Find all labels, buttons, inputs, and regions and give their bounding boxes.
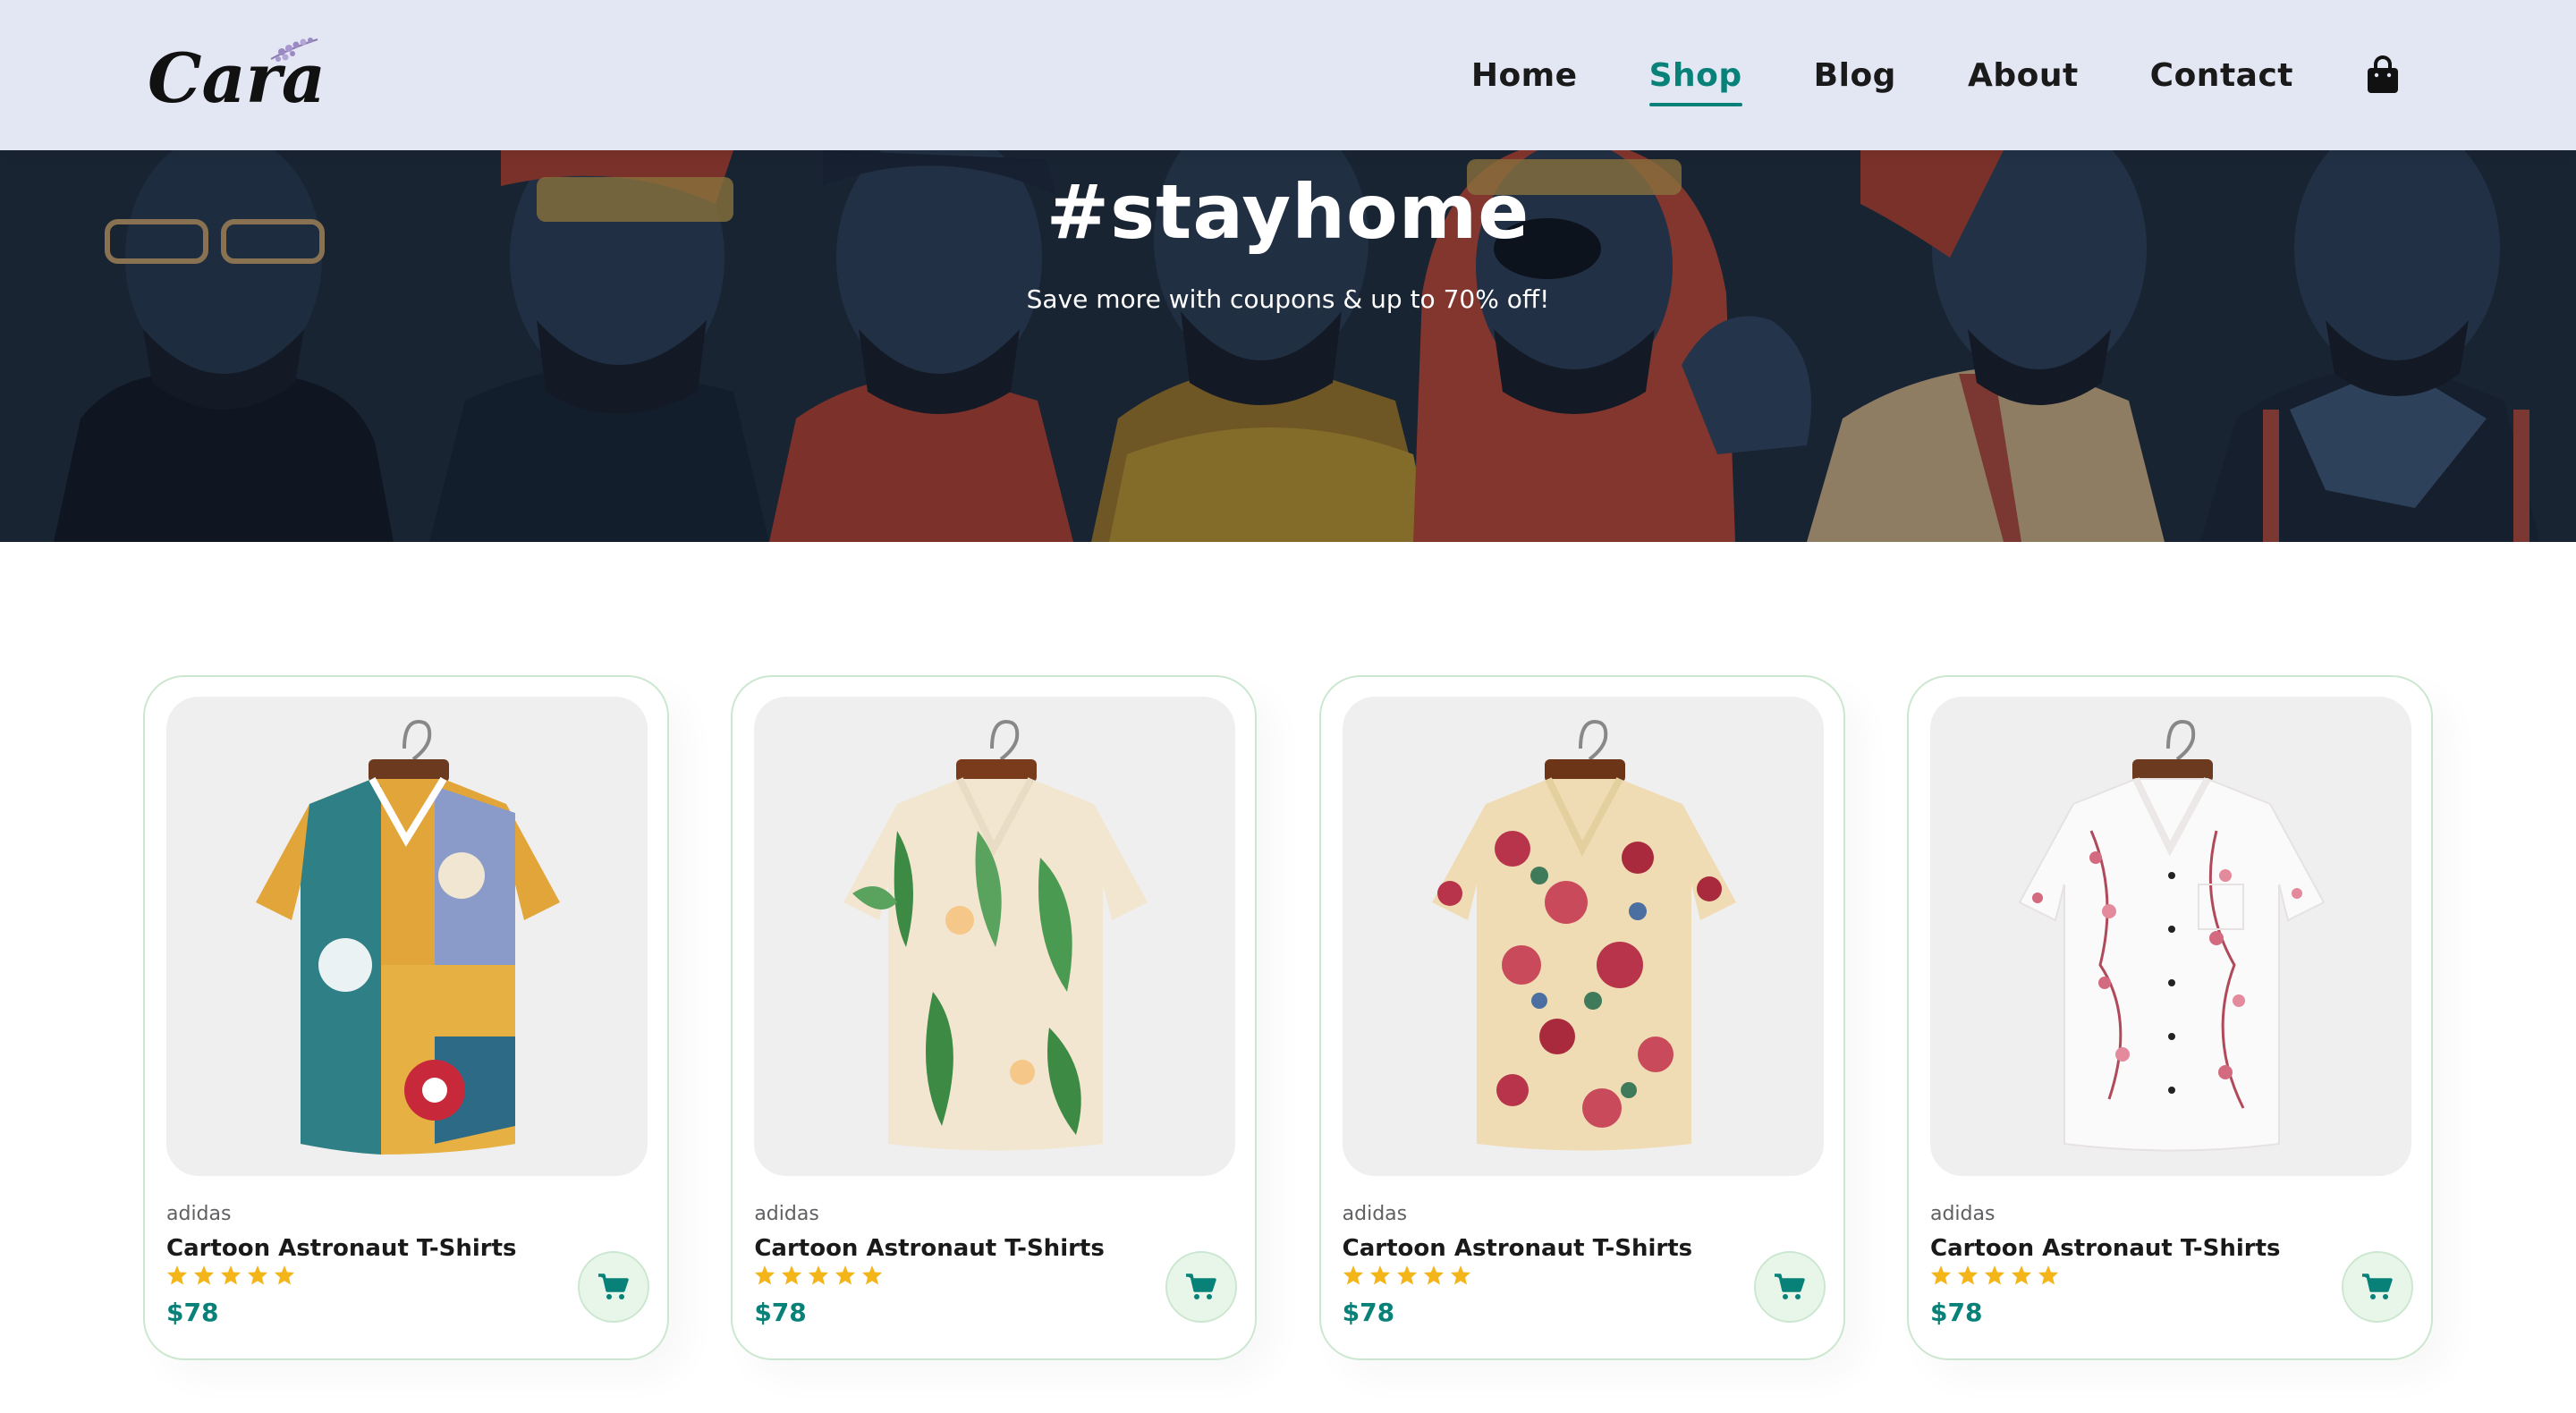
logo[interactable]: Cara — [148, 32, 326, 122]
star-icon — [1930, 1265, 1951, 1285]
cart-icon — [598, 1273, 629, 1299]
star-icon — [809, 1265, 829, 1285]
product-name[interactable]: Cartoon Astronaut T-Shirts — [754, 1235, 1105, 1262]
product-name[interactable]: Cartoon Astronaut T-Shirts — [1343, 1235, 1693, 1262]
add-to-cart-button[interactable] — [578, 1251, 649, 1323]
star-icon — [835, 1265, 856, 1285]
shopping-bag-icon[interactable] — [2365, 55, 2401, 95]
product-card[interactable]: adidas Cartoon Astronaut T-Shirts $78 — [731, 675, 1258, 1360]
star-icon — [2038, 1265, 2058, 1285]
star-icon — [755, 1265, 775, 1285]
site-header: Cara Home Shop Blog About Contact — [0, 0, 2576, 150]
nav-about[interactable]: About — [1968, 57, 2079, 94]
product-brand: adidas — [754, 1203, 819, 1225]
star-icon — [862, 1265, 883, 1285]
cart-icon — [1774, 1273, 1805, 1299]
nav-shop[interactable]: Shop — [1648, 57, 1742, 106]
product-name[interactable]: Cartoon Astronaut T-Shirts — [1930, 1235, 2281, 1262]
add-to-cart-button[interactable] — [1753, 1251, 1826, 1323]
logo-text: Cara — [148, 38, 326, 118]
product-price: $78 — [166, 1298, 219, 1327]
star-icon — [2011, 1265, 2031, 1285]
add-to-cart-button[interactable] — [2341, 1251, 2413, 1323]
product-card[interactable]: adidas Cartoon Astronaut T-Shirts $78 — [1318, 675, 1845, 1360]
star-icon — [194, 1265, 214, 1285]
nav-blog[interactable]: Blog — [1814, 57, 1896, 94]
star-icon — [248, 1265, 267, 1285]
star-rating — [754, 1265, 883, 1286]
product-price: $78 — [754, 1298, 807, 1327]
hero-title: #stayhome — [1046, 168, 1530, 256]
product-brand: adidas — [1342, 1203, 1408, 1225]
product-image[interactable] — [754, 697, 1236, 1176]
star-rating — [166, 1265, 295, 1286]
star-icon — [1450, 1265, 1470, 1285]
star-icon — [1984, 1265, 2004, 1285]
star-rating — [1343, 1265, 1471, 1286]
cart-icon — [2361, 1273, 2393, 1299]
nav-contact[interactable]: Contact — [2150, 57, 2293, 94]
nav-home[interactable]: Home — [1471, 57, 1578, 94]
product-brand: adidas — [1929, 1203, 1996, 1225]
star-icon — [1957, 1265, 1978, 1285]
star-icon — [782, 1265, 802, 1285]
product-price: $78 — [1342, 1298, 1395, 1327]
cart-icon — [1186, 1273, 1217, 1299]
product-card[interactable]: adidas Cartoon Astronaut T-Shirts $78 — [1906, 675, 2433, 1360]
star-icon — [1396, 1265, 1417, 1285]
hero-subtitle: Save more with coupons & up to 70% off! — [1026, 284, 1550, 314]
product-card[interactable]: adidas Cartoon Astronaut T-Shirts $78 — [143, 675, 669, 1360]
star-icon — [1343, 1265, 1363, 1285]
star-icon — [221, 1265, 241, 1285]
star-icon — [275, 1265, 294, 1285]
main-nav: Home Shop Blog About Contact — [1400, 0, 2401, 150]
product-price: $78 — [1929, 1298, 1983, 1327]
star-icon — [1369, 1265, 1390, 1285]
product-brand: adidas — [166, 1203, 232, 1225]
product-image[interactable] — [1929, 697, 2411, 1176]
star-icon — [1423, 1265, 1444, 1285]
star-rating — [1930, 1265, 2059, 1286]
hero-banner: #stayhome Save more with coupons & up to… — [0, 150, 2576, 542]
star-icon — [167, 1265, 187, 1285]
product-grid: adidas Cartoon Astronaut T-Shirts $78 ad… — [143, 675, 2433, 1364]
add-to-cart-button[interactable] — [1165, 1251, 1238, 1323]
product-image[interactable] — [1342, 697, 1824, 1176]
product-image[interactable] — [166, 697, 648, 1176]
product-name[interactable]: Cartoon Astronaut T-Shirts — [166, 1235, 517, 1262]
